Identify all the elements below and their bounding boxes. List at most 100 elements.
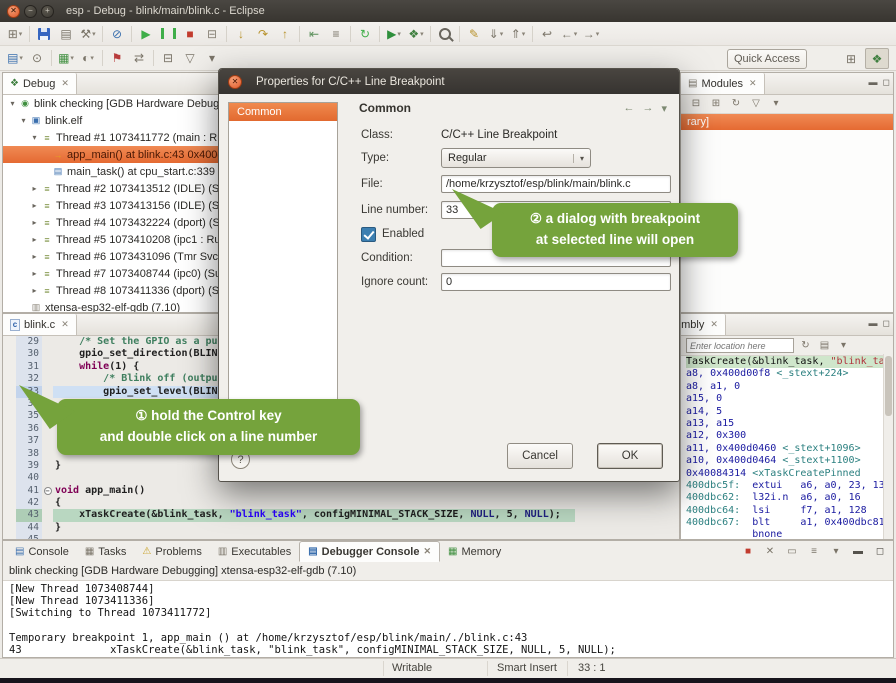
line-number[interactable]: 29 xyxy=(16,336,42,348)
refresh-button[interactable]: ↻ xyxy=(727,97,745,112)
editor-line[interactable]: 41−void app_main() xyxy=(3,485,679,497)
save-button[interactable] xyxy=(33,24,55,43)
step-into-button[interactable]: ↓ xyxy=(230,24,252,43)
file-field[interactable] xyxy=(441,175,671,193)
maximize-view-button[interactable]: ◻ xyxy=(871,544,889,559)
view-menu-icon[interactable]: ▾ xyxy=(661,102,667,115)
search-button[interactable] xyxy=(434,24,456,43)
line-number[interactable]: 44 xyxy=(16,522,42,534)
tree-expander-icon[interactable]: ▸ xyxy=(29,201,40,210)
disconnect-button[interactable]: ⊟ xyxy=(201,24,223,43)
modules-selected-item[interactable]: rary] xyxy=(681,114,893,130)
tree-expander-icon[interactable]: ▾ xyxy=(18,116,29,125)
annotation-ruler[interactable] xyxy=(3,460,16,472)
line-number[interactable]: 36 xyxy=(16,423,42,435)
coverage-button[interactable]: ▦▾ xyxy=(55,49,77,68)
type-select[interactable]: Regular ▾ xyxy=(441,148,591,168)
forward-icon[interactable]: → xyxy=(642,102,653,115)
collapse-all-button[interactable]: ⊟ xyxy=(157,49,179,68)
collapse-all-button[interactable]: ⊟ xyxy=(687,97,705,112)
location-input[interactable] xyxy=(686,338,794,353)
tree-expander-icon[interactable]: ▾ xyxy=(29,133,40,142)
step-return-button[interactable]: ↑ xyxy=(274,24,296,43)
annotation-ruler[interactable] xyxy=(3,361,16,373)
quick-access-button[interactable]: Quick Access xyxy=(727,49,807,69)
annotation-ruler[interactable] xyxy=(3,398,16,410)
tab-tasks[interactable]: ▦Tasks xyxy=(77,541,135,562)
line-number[interactable]: 32 xyxy=(16,373,42,385)
close-icon[interactable]: ✕ xyxy=(61,319,69,330)
scroll-lock-button[interactable]: ≡ xyxy=(805,544,823,559)
enabled-checkbox[interactable] xyxy=(361,227,376,242)
tree-expander-icon[interactable]: ▸ xyxy=(29,286,40,295)
tab-blink-c[interactable]: c blink.c ✕ xyxy=(3,314,77,335)
disassembly-listing[interactable]: TaskCreate(&blink_task, "blink_tasa8, 0x… xyxy=(681,354,884,539)
link-with-editor-button[interactable]: ⇄ xyxy=(128,49,150,68)
line-number[interactable]: 42 xyxy=(16,497,42,509)
instruction-stepping-button[interactable]: ≡ xyxy=(325,24,347,43)
dialog-titlebar[interactable]: ✕ Properties for C/C++ Line Breakpoint xyxy=(219,69,679,94)
tree-expander-icon[interactable]: ▸ xyxy=(29,184,40,193)
scrollbar-thumb[interactable] xyxy=(885,356,892,416)
terminate-button[interactable]: ■ xyxy=(179,24,201,43)
back-icon[interactable]: ← xyxy=(623,102,634,115)
skip-all-breakpoints-button[interactable]: ⊘ xyxy=(106,24,128,43)
back-button[interactable]: ←▾ xyxy=(558,24,580,43)
line-number[interactable]: 41 xyxy=(16,485,42,497)
scrollbar[interactable] xyxy=(883,354,893,539)
window-maximize-button[interactable]: + xyxy=(41,5,54,18)
annotation-ruler[interactable] xyxy=(3,485,16,497)
line-number[interactable]: 39 xyxy=(16,460,42,472)
clear-console-button[interactable]: ▭ xyxy=(783,544,801,559)
line-number[interactable]: 43 xyxy=(16,509,42,521)
annotation-ruler[interactable] xyxy=(3,509,16,521)
tree-expander-icon[interactable]: ▸ xyxy=(29,218,40,227)
ignore-count-field[interactable] xyxy=(441,273,671,291)
line-number[interactable]: 31 xyxy=(16,361,42,373)
filter-button[interactable]: ▽ xyxy=(179,49,201,68)
annotation-ruler[interactable] xyxy=(3,435,16,447)
tab-debugger-console[interactable]: ▤Debugger Console✕ xyxy=(299,541,440,562)
forward-button[interactable]: →▾ xyxy=(580,24,602,43)
annotation-ruler[interactable] xyxy=(3,373,16,385)
tab-console[interactable]: ▤Console xyxy=(7,541,77,562)
tree-expander-icon[interactable]: ▸ xyxy=(29,252,40,261)
console-menu-button[interactable]: ▾ xyxy=(827,544,845,559)
annotation-ruler[interactable] xyxy=(3,348,16,360)
build-button[interactable]: ⚒▾ xyxy=(77,24,99,43)
cancel-button[interactable]: Cancel xyxy=(507,443,573,469)
last-edit-location-button[interactable]: ↩ xyxy=(536,24,558,43)
annotation-ruler[interactable] xyxy=(3,410,16,422)
minimize-view-icon[interactable]: ▬ xyxy=(869,77,878,88)
pin-console-button[interactable]: ⊙ xyxy=(26,49,48,68)
category-common[interactable]: Common xyxy=(229,103,337,121)
line-number[interactable]: 38 xyxy=(16,448,42,460)
tree-expander-icon[interactable]: ▾ xyxy=(7,99,18,108)
maximize-view-icon[interactable]: ◻ xyxy=(883,318,890,329)
tab-debug[interactable]: ❖ Debug ✕ xyxy=(3,73,77,94)
open-perspective-button[interactable]: ⊞ xyxy=(840,49,862,68)
ok-button[interactable]: OK xyxy=(597,443,663,469)
new-wizard-button[interactable]: ⊞▾ xyxy=(4,24,26,43)
tree-expander-icon[interactable]: ▸ xyxy=(29,269,40,278)
dialog-close-button[interactable]: ✕ xyxy=(228,75,242,89)
tab-memory[interactable]: ▦Memory xyxy=(440,541,509,562)
annotation-ruler[interactable] xyxy=(3,497,16,509)
expand-all-button[interactable]: ⊞ xyxy=(707,97,725,112)
tab-modules[interactable]: ▤ Modules ✕ xyxy=(681,73,765,94)
view-menu-button[interactable]: ▾ xyxy=(201,49,223,68)
drop-to-frame-button[interactable]: ⇤ xyxy=(303,24,325,43)
bookmark-button[interactable]: ⚑ xyxy=(106,49,128,68)
step-over-button[interactable]: ↷ xyxy=(252,24,274,43)
editor-line[interactable]: 44} xyxy=(3,522,679,534)
editor-line[interactable]: 42{ xyxy=(3,497,679,509)
debug-perspective-button[interactable]: ❖ xyxy=(865,48,889,69)
editor-line[interactable]: 43 xTaskCreate(&blink_task, "blink_task"… xyxy=(3,509,679,521)
next-annotation-button[interactable]: ⇓▾ xyxy=(485,24,507,43)
show-source-button[interactable]: ▤ xyxy=(816,338,833,353)
run-button[interactable]: ▶▾ xyxy=(383,24,405,43)
line-number[interactable]: 45 xyxy=(16,534,42,539)
minimize-view-icon[interactable]: ▬ xyxy=(869,318,878,329)
fold-collapse-icon[interactable]: − xyxy=(44,487,52,495)
tab-disassembly[interactable]: Disassembly ✕ xyxy=(681,314,726,335)
